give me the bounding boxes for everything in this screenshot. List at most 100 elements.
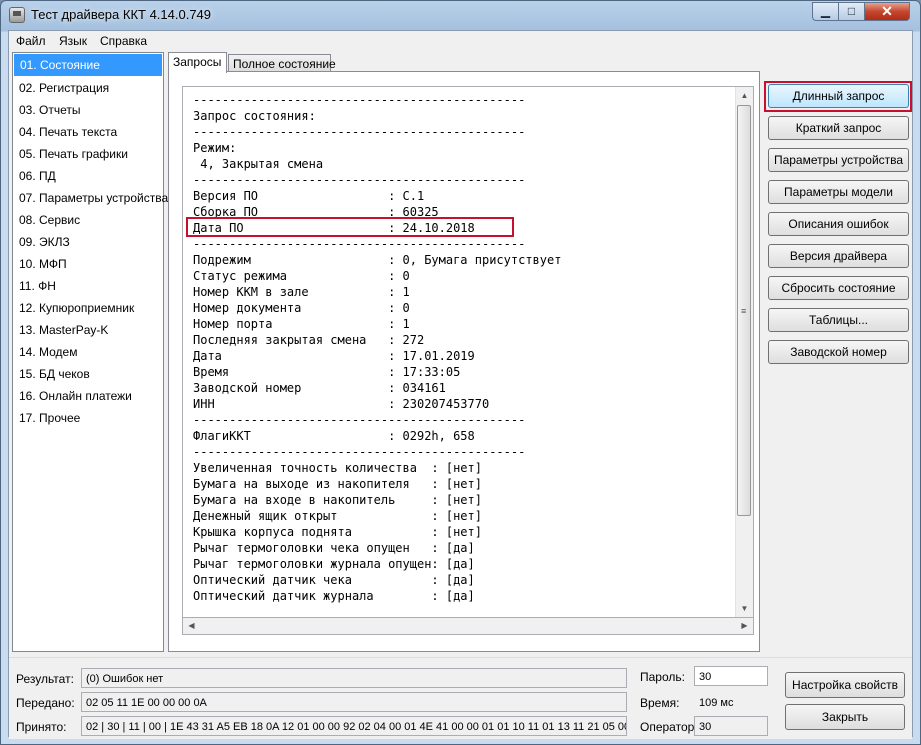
sent-field: 02 05 11 1E 00 00 00 0A: [81, 692, 627, 712]
received-label: Принято:: [16, 720, 67, 734]
output-line: Статус режима : 0: [193, 269, 410, 283]
output-line: Крышка корпуса поднята : [нет]: [193, 525, 482, 539]
output-line: Увеличенная точность количества : [нет]: [193, 461, 482, 475]
error-descriptions-button[interactable]: Описания ошибок: [768, 212, 909, 236]
nav-item[interactable]: 04. Печать текста: [13, 121, 163, 143]
nav-item[interactable]: 13. MasterPay-K: [13, 319, 163, 341]
output-line: ----------------------------------------…: [193, 125, 526, 139]
menu-language[interactable]: Язык: [59, 34, 87, 48]
nav-item[interactable]: 14. Модем: [13, 341, 163, 363]
scroll-left-icon[interactable]: ◀: [183, 618, 200, 634]
operator-field: 30: [694, 716, 768, 736]
output-line: Бумага на выходе из накопителя : [нет]: [193, 477, 482, 491]
menu-help[interactable]: Справка: [100, 34, 147, 48]
output-line: Дата : 17.01.2019: [193, 349, 475, 363]
nav-item[interactable]: 10. МФП: [13, 253, 163, 275]
window-title: Тест драйвера ККТ 4.14.0.749: [31, 7, 212, 22]
output-line: ----------------------------------------…: [193, 173, 526, 187]
output-line: ФлагиККТ : 0292h, 658: [193, 429, 475, 443]
output-line: Оптический датчик журнала : [да]: [193, 589, 475, 603]
nav-item[interactable]: 16. Онлайн платежи: [13, 385, 163, 407]
nav-item[interactable]: 17. Прочее: [13, 407, 163, 429]
output-line: Бумага на входе в накопитель : [нет]: [193, 493, 482, 507]
output-line: 4, Закрытая смена: [193, 157, 324, 171]
reset-status-button[interactable]: Сбросить состояние: [768, 276, 909, 300]
horizontal-scrollbar[interactable]: ◀ ▶: [182, 618, 754, 635]
output-line: Запрос состояния:: [193, 109, 316, 123]
password-label: Пароль:: [640, 670, 685, 684]
long-request-button[interactable]: Длинный запрос: [768, 84, 909, 108]
result-label: Результат:: [16, 672, 74, 686]
vertical-scrollbar[interactable]: ▲ ≡ ▼: [735, 87, 753, 617]
close-window-button[interactable]: ✕: [864, 2, 910, 21]
received-field: 02 | 30 | 11 | 00 | 1E 43 31 A5 EB 18 0A…: [81, 716, 627, 736]
highlight-firmware-date: [186, 217, 514, 237]
nav-item[interactable]: 12. Купюроприемник: [13, 297, 163, 319]
password-field[interactable]: 30: [694, 666, 768, 686]
output-line: Денежный ящик открыт : [нет]: [193, 509, 482, 523]
model-params-button[interactable]: Параметры модели: [768, 180, 909, 204]
client-area: Файл Язык Справка 01. Состояние 02. Регис…: [8, 30, 913, 739]
nav-item[interactable]: 15. БД чеков: [13, 363, 163, 385]
scroll-thumb[interactable]: ≡: [737, 105, 751, 516]
output-line: Номер документа : 0: [193, 301, 410, 315]
output-line: Рычаг термоголовки журнала опущен: [да]: [193, 557, 475, 571]
output-line: ----------------------------------------…: [193, 445, 526, 459]
printer-icon: [9, 7, 25, 23]
output-line: Номер ККМ в зале : 1: [193, 285, 410, 299]
nav-item[interactable]: 01. Состояние: [14, 54, 162, 76]
short-request-button[interactable]: Краткий запрос: [768, 116, 909, 140]
section-list[interactable]: 01. Состояние 02. Регистрация 03. Отчеты 04…: [12, 52, 168, 652]
menu-file[interactable]: Файл: [16, 34, 46, 48]
maximize-icon: □: [847, 4, 856, 18]
nav-item[interactable]: 08. Сервис: [13, 209, 163, 231]
minimize-icon: ▁: [820, 4, 831, 18]
output-line: Подрежим : 0, Бумага присутствует: [193, 253, 562, 267]
output-line: Заводской номер : 034161: [193, 381, 446, 395]
nav-item[interactable]: 06. ПД: [13, 165, 163, 187]
time-field: 109 мс: [694, 692, 768, 712]
tab-requests[interactable]: Запросы: [168, 52, 227, 73]
scroll-up-icon[interactable]: ▲: [736, 87, 753, 104]
close-icon: ✕: [881, 3, 893, 19]
maximize-button[interactable]: □: [838, 2, 865, 21]
output-line: Последняя закрытая смена : 272: [193, 333, 425, 347]
operator-label: Оператор:: [640, 720, 698, 734]
scroll-right-icon[interactable]: ▶: [736, 618, 753, 634]
output-line: ----------------------------------------…: [193, 93, 526, 107]
minimize-button[interactable]: ▁: [812, 2, 839, 21]
close-button[interactable]: Закрыть: [785, 704, 905, 730]
output-text: ----------------------------------------…: [193, 92, 561, 604]
nav-item[interactable]: 03. Отчеты: [13, 99, 163, 121]
nav-item[interactable]: 05. Печать графики: [13, 143, 163, 165]
tab-full-status[interactable]: Полное состояние: [228, 54, 336, 72]
output-textbox[interactable]: ----------------------------------------…: [182, 86, 754, 618]
title-bar[interactable]: Тест драйвера ККТ 4.14.0.749 ▁ □ ✕: [1, 1, 920, 30]
app-window: Тест драйвера ККТ 4.14.0.749 ▁ □ ✕ Файл …: [0, 0, 921, 745]
output-line: Номер порта : 1: [193, 317, 410, 331]
status-panel: Результат: (0) Ошибок нет Передано: 02 0…: [9, 657, 912, 739]
nav-item[interactable]: 11. ФН: [13, 275, 163, 297]
output-line: ----------------------------------------…: [193, 237, 526, 251]
time-label: Время:: [640, 696, 680, 710]
driver-version-button[interactable]: Версия драйвера: [768, 244, 909, 268]
scroll-down-icon[interactable]: ▼: [736, 600, 753, 617]
device-params-button[interactable]: Параметры устройства: [768, 148, 909, 172]
tables-button[interactable]: Таблицы...: [768, 308, 909, 332]
nav-item[interactable]: 02. Регистрация: [13, 77, 163, 99]
output-line: Версия ПО : C.1: [193, 189, 425, 203]
menu-bar: Файл Язык Справка: [9, 31, 912, 51]
output-line: Время : 17:33:05: [193, 365, 461, 379]
output-line: ----------------------------------------…: [193, 413, 526, 427]
result-field: (0) Ошибок нет: [81, 668, 627, 688]
output-line: ИНН : 230207453770: [193, 397, 490, 411]
grip-icon: ≡: [741, 306, 747, 316]
nav-item[interactable]: 07. Параметры устройства: [13, 187, 168, 209]
tab-page-requests: ----------------------------------------…: [168, 71, 760, 652]
serial-number-button[interactable]: Заводской номер: [768, 340, 909, 364]
nav-item[interactable]: 09. ЭКЛЗ: [13, 231, 163, 253]
sent-label: Передано:: [16, 696, 75, 710]
output-line: Режим:: [193, 141, 237, 155]
output-line: Оптический датчик чека : [да]: [193, 573, 475, 587]
settings-button[interactable]: Настройка свойств: [785, 672, 905, 698]
